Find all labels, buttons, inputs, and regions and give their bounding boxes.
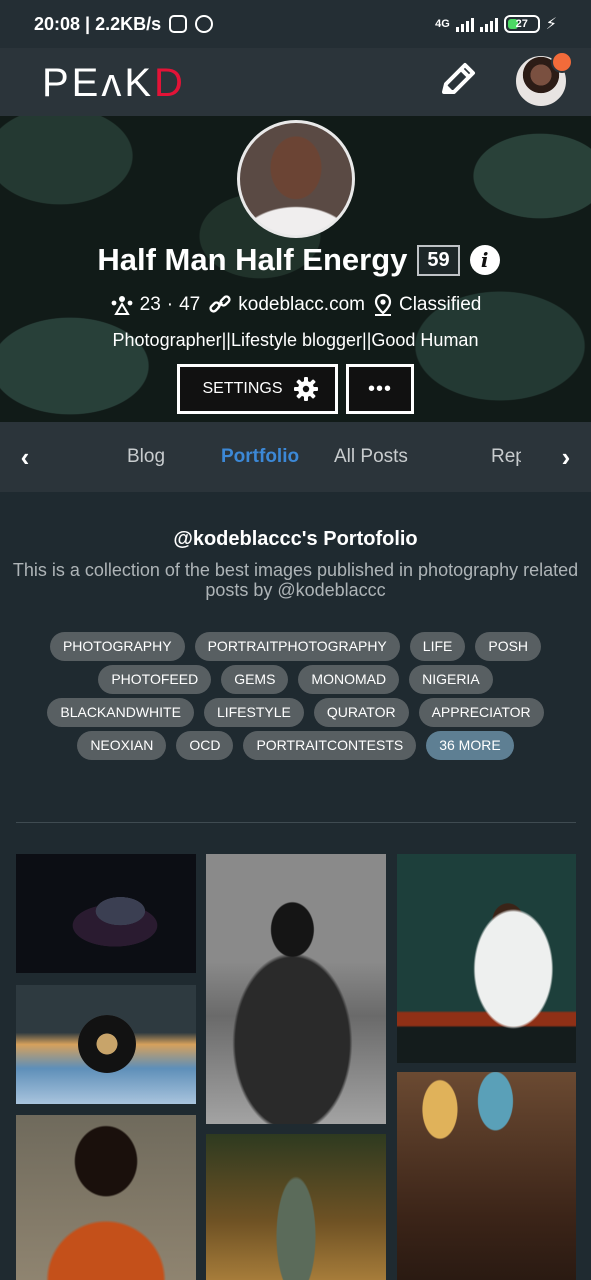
network-type: 4G (435, 18, 450, 30)
portfolio-image-lens[interactable] (16, 985, 196, 1104)
instagram-icon (169, 15, 188, 33)
charging-icon: ⚡ (545, 16, 557, 33)
tab-blog[interactable]: Blog (127, 446, 165, 468)
profile-meta: 23 · 47 kodeblacc.com Classified (0, 293, 591, 317)
tag-chip[interactable]: GEMS (221, 665, 289, 694)
followers-icon (111, 296, 133, 315)
reputation-badge: 59 (417, 244, 460, 276)
tag-chip[interactable]: QURATOR (313, 698, 409, 727)
tag-chip[interactable]: OCD (176, 731, 234, 760)
location-text: Classified (398, 294, 482, 315)
tag-chip[interactable]: BLACKANDWHITE (47, 698, 194, 727)
more-options-button[interactable]: ••• (346, 364, 414, 414)
status-bar: 20:08 | 2.2KB/s 4G 27 ⚡ (0, 0, 591, 48)
section-divider (16, 822, 576, 823)
profile-avatar[interactable] (237, 120, 355, 238)
website-link[interactable]: kodeblacc.com (208, 294, 365, 316)
tag-cloud: PHOTOGRAPHY PORTRAITPHOTOGRAPHY LIFE POS… (30, 632, 561, 760)
tag-chip[interactable]: MONOMAD (298, 665, 400, 694)
app-header: PEʌKD (0, 48, 591, 116)
tag-chip[interactable]: APPRECIATOR (418, 698, 544, 727)
tabs-scroll-right-icon[interactable]: › (541, 422, 591, 492)
portfolio-description: This is a collection of the best images … (12, 560, 579, 600)
profile-cover: Half Man Half Energy 59 i 23 · 47 kodebl… (0, 116, 591, 422)
profile-tabs: ‹ Blog Portfolio All Posts Rep › (0, 422, 591, 492)
whatsapp-icon (195, 15, 214, 33)
location-pin-icon (374, 293, 392, 316)
location: Classified (373, 293, 481, 317)
lens-graphic (78, 1015, 136, 1073)
tag-chip[interactable]: PORTRAITCONTESTS (243, 731, 417, 760)
link-icon (209, 295, 231, 313)
status-time: 20:08 | 2.2KB/s (34, 13, 162, 34)
battery-icon: 27 (503, 15, 540, 33)
notification-badge[interactable] (551, 51, 573, 73)
tab-all-posts[interactable]: All Posts (334, 446, 408, 468)
battery-level: 27 (515, 18, 528, 30)
portfolio-image-camera[interactable] (16, 854, 196, 973)
website-text: kodeblacc.com (238, 294, 365, 315)
portfolio-image-portrait-woman[interactable] (16, 1115, 196, 1280)
tag-chip[interactable]: PHOTOGRAPHY (49, 632, 185, 661)
edit-pencil-icon[interactable] (436, 58, 480, 102)
tag-chip[interactable]: LIFESTYLE (203, 698, 304, 727)
tag-chip[interactable]: PHOTOFEED (98, 665, 212, 694)
portfolio-image-desk-portrait[interactable] (397, 854, 576, 1063)
followers-group[interactable]: 23 · 47 (110, 294, 201, 316)
tag-chip[interactable]: PORTRAITPHOTOGRAPHY (194, 632, 400, 661)
profile-name-row: Half Man Half Energy 59 i (0, 242, 591, 278)
portfolio-title: @kodeblaccc's Portofolio (173, 528, 418, 550)
tag-chip[interactable]: NEOXIAN (77, 731, 167, 760)
logo-text-mid: ʌK (101, 61, 155, 105)
tag-chip[interactable]: NIGERIA (409, 665, 493, 694)
profile-bio: Photographer||Lifestyle blogger||Good Hu… (112, 330, 479, 350)
portfolio-image-bw-portrait[interactable] (206, 854, 386, 1124)
info-icon[interactable]: i (469, 245, 500, 275)
portfolio-image-forest-path[interactable] (206, 1134, 386, 1280)
signal-icon (455, 16, 474, 32)
portfolio-image-church[interactable] (397, 1072, 576, 1280)
peakd-logo[interactable]: PEʌKD (42, 61, 186, 106)
more-tags-button[interactable]: 36 MORE (426, 731, 514, 760)
portfolio-section: @kodeblaccc's Portofolio This is a colle… (0, 492, 591, 1280)
profile-name: Half Man Half Energy (97, 242, 408, 277)
following-count: 47 (179, 294, 201, 315)
tabs-scroll-left-icon[interactable]: ‹ (0, 422, 50, 492)
followers-count: 23 (139, 294, 161, 315)
tab-replies[interactable]: Rep (491, 446, 521, 468)
signal-icon-2 (479, 16, 498, 32)
meta-separator: · (166, 294, 174, 315)
tab-list: Blog Portfolio All Posts Rep (50, 422, 541, 492)
tag-chip[interactable]: LIFE (409, 632, 466, 661)
settings-button[interactable]: SETTINGS (177, 364, 338, 414)
settings-label: SETTINGS (202, 380, 283, 397)
tab-portfolio[interactable]: Portfolio (221, 446, 299, 468)
logo-text: PE (42, 61, 102, 105)
tag-chip[interactable]: POSH (475, 632, 542, 661)
logo-text-d: D (154, 61, 186, 105)
gear-icon (293, 377, 318, 401)
profile-actions: SETTINGS ••• (0, 364, 591, 414)
